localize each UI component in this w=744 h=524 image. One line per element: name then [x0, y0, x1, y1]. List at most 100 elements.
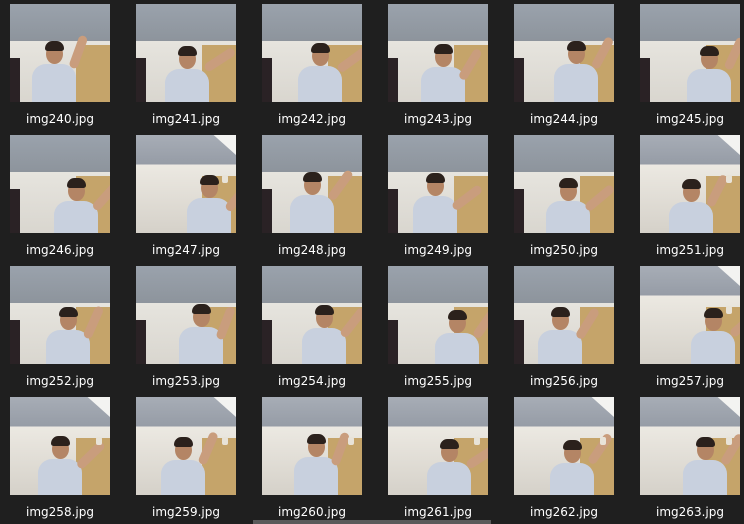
- image-thumbnail[interactable]: [10, 266, 110, 364]
- file-name-label: img248.jpg: [278, 243, 346, 257]
- image-thumbnail[interactable]: [640, 4, 740, 102]
- file-name-label: img263.jpg: [656, 505, 724, 519]
- image-thumbnail[interactable]: [640, 266, 740, 364]
- curled-paper: [591, 397, 614, 417]
- file-item[interactable]: img259.jpg: [136, 393, 236, 519]
- dark-furniture: [262, 319, 272, 364]
- person-hair: [448, 310, 467, 320]
- person-torso: [421, 67, 465, 102]
- dark-furniture: [262, 57, 272, 102]
- person-torso: [32, 64, 76, 102]
- image-thumbnail[interactable]: [514, 135, 614, 233]
- file-name-label: img257.jpg: [656, 374, 724, 388]
- file-item[interactable]: img253.jpg: [136, 262, 236, 388]
- image-thumbnail[interactable]: [388, 397, 488, 495]
- file-item[interactable]: img241.jpg: [136, 0, 236, 126]
- file-item[interactable]: img249.jpg: [388, 131, 488, 257]
- file-item[interactable]: img248.jpg: [262, 131, 362, 257]
- file-item[interactable]: img242.jpg: [262, 0, 362, 126]
- file-item[interactable]: img256.jpg: [514, 262, 614, 388]
- file-item[interactable]: img243.jpg: [388, 0, 488, 126]
- dark-furniture: [388, 188, 398, 233]
- file-item[interactable]: img251.jpg: [640, 131, 740, 257]
- wall-lamp: [348, 437, 354, 445]
- wall-lamp: [726, 175, 732, 183]
- person-torso: [298, 66, 342, 102]
- person-hair: [567, 41, 586, 51]
- file-name-label: img262.jpg: [530, 505, 598, 519]
- file-name-label: img242.jpg: [278, 112, 346, 126]
- file-item[interactable]: img258.jpg: [10, 393, 110, 519]
- curled-paper: [717, 266, 740, 286]
- image-thumbnail[interactable]: [514, 4, 614, 102]
- image-thumbnail[interactable]: [136, 266, 236, 364]
- person-torso: [290, 195, 334, 233]
- image-thumbnail[interactable]: [136, 397, 236, 495]
- person-hair: [303, 172, 322, 182]
- file-item[interactable]: img263.jpg: [640, 393, 740, 519]
- image-thumbnail[interactable]: [514, 397, 614, 495]
- image-thumbnail[interactable]: [262, 266, 362, 364]
- image-thumbnail[interactable]: [388, 266, 488, 364]
- image-thumbnail[interactable]: [262, 4, 362, 102]
- dark-furniture: [388, 57, 398, 102]
- file-item[interactable]: img247.jpg: [136, 131, 236, 257]
- dark-furniture: [514, 57, 524, 102]
- person-torso: [302, 328, 346, 364]
- person-hair: [178, 46, 197, 56]
- person-hair: [551, 307, 570, 317]
- curled-paper: [87, 397, 110, 417]
- file-item[interactable]: img252.jpg: [10, 262, 110, 388]
- image-thumbnail[interactable]: [136, 135, 236, 233]
- image-thumbnail[interactable]: [262, 135, 362, 233]
- image-thumbnail[interactable]: [10, 4, 110, 102]
- file-item[interactable]: img260.jpg: [262, 393, 362, 519]
- person-torso: [691, 331, 735, 364]
- image-thumbnail[interactable]: [388, 135, 488, 233]
- file-name-label: img253.jpg: [152, 374, 220, 388]
- person-torso: [38, 459, 82, 495]
- file-item[interactable]: img254.jpg: [262, 262, 362, 388]
- file-item[interactable]: img240.jpg: [10, 0, 110, 126]
- file-name-label: img244.jpg: [530, 112, 598, 126]
- file-item[interactable]: img250.jpg: [514, 131, 614, 257]
- wall-lamp: [474, 437, 480, 445]
- horizontal-scrollbar[interactable]: [253, 520, 491, 524]
- person-hair: [311, 43, 330, 53]
- person-hair: [59, 307, 78, 317]
- file-item[interactable]: img245.jpg: [640, 0, 740, 126]
- person-hair: [434, 44, 453, 54]
- dark-furniture: [10, 319, 20, 364]
- image-thumbnail[interactable]: [10, 397, 110, 495]
- image-thumbnail[interactable]: [388, 4, 488, 102]
- file-name-label: img254.jpg: [278, 374, 346, 388]
- file-name-label: img261.jpg: [404, 505, 472, 519]
- file-item[interactable]: img262.jpg: [514, 393, 614, 519]
- image-thumbnail[interactable]: [262, 397, 362, 495]
- image-thumbnail[interactable]: [640, 135, 740, 233]
- image-thumbnail[interactable]: [514, 266, 614, 364]
- image-thumbnail[interactable]: [136, 4, 236, 102]
- image-thumbnail[interactable]: [10, 135, 110, 233]
- file-name-label: img256.jpg: [530, 374, 598, 388]
- curled-paper: [213, 397, 236, 417]
- file-item[interactable]: img246.jpg: [10, 131, 110, 257]
- person-torso: [669, 202, 713, 233]
- dark-furniture: [10, 57, 20, 102]
- wall-lamp: [600, 437, 606, 445]
- file-name-label: img259.jpg: [152, 505, 220, 519]
- file-item[interactable]: img257.jpg: [640, 262, 740, 388]
- person-hair: [559, 178, 578, 188]
- dark-furniture: [514, 319, 524, 364]
- file-name-label: img255.jpg: [404, 374, 472, 388]
- file-name-label: img240.jpg: [26, 112, 94, 126]
- file-item[interactable]: img244.jpg: [514, 0, 614, 126]
- person-hair: [700, 46, 719, 56]
- file-item[interactable]: img255.jpg: [388, 262, 488, 388]
- dark-furniture: [388, 319, 398, 364]
- person-hair: [682, 179, 701, 189]
- wall-lamp: [726, 306, 732, 314]
- person-torso: [435, 333, 479, 364]
- file-item[interactable]: img261.jpg: [388, 393, 488, 519]
- image-thumbnail[interactable]: [640, 397, 740, 495]
